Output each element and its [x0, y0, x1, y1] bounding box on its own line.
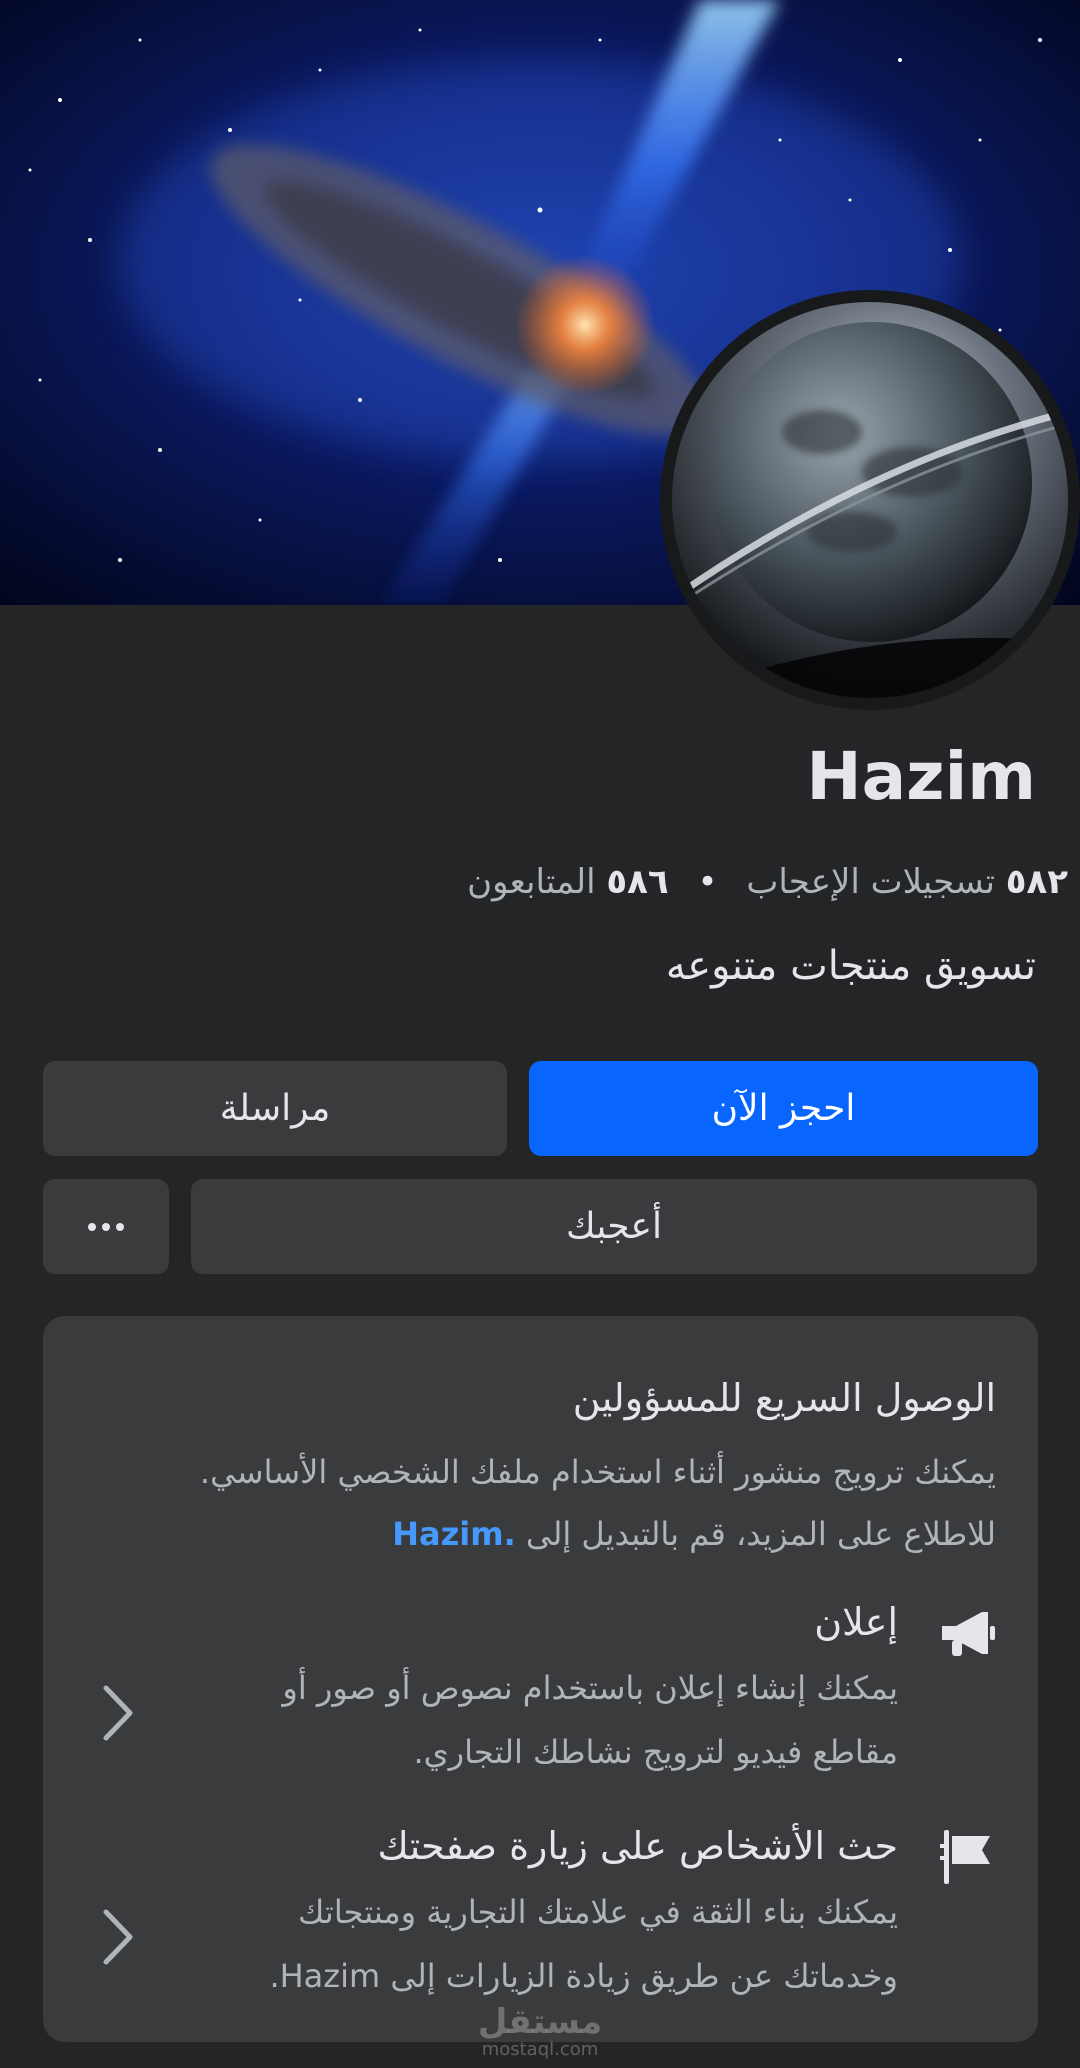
page-title: Hazim: [806, 738, 1036, 815]
page-stats: ٥٨٢ تسجيلات الإعجاب • ٥٨٦ المتابعون: [28, 862, 1068, 902]
likes-label: تسجيلات الإعجاب: [746, 862, 995, 902]
megaphone-icon: [942, 1612, 995, 1656]
likes-count: ٥٨٢: [1005, 862, 1068, 902]
option-description: يمكنك بناء الثقة في علامتك التجارية ومنت…: [198, 1880, 898, 2008]
chevron-right-icon: [103, 1685, 133, 1741]
book-now-button[interactable]: احجز الآن: [529, 1061, 1038, 1156]
page-category: تسويق منتجات متنوعه: [665, 943, 1036, 989]
admin-quick-access-card: الوصول السريع للمسؤولين يمكنك ترويج منشو…: [43, 1316, 1038, 2042]
switch-profile-link[interactable]: Hazim.: [392, 1515, 515, 1553]
option-description: يمكنك إنشاء إعلان باستخدام نصوص أو صور أ…: [198, 1656, 898, 1784]
option-title: إعلان: [814, 1600, 898, 1644]
create-ad-option[interactable]: إعلان يمكنك إنشاء إعلان باستخدام نصوص أو…: [43, 1600, 1038, 1780]
flag-icon: [940, 1830, 990, 1884]
followers-label: المتابعون: [467, 862, 596, 902]
card-title: الوصول السريع للمسؤولين: [572, 1376, 996, 1420]
option-title: حث الأشخاص على زيارة صفحتك: [377, 1824, 898, 1868]
option-desc-line: مقاطع فيديو لترويج نشاطك التجاري.: [413, 1733, 898, 1771]
watermark-logo: مستقل mostaql.com: [478, 2005, 602, 2061]
message-button[interactable]: مراسلة: [43, 1061, 507, 1156]
chevron-right-icon: [103, 1909, 133, 1965]
more-dots-icon: [88, 1222, 124, 1231]
card-body-line: يمكنك ترويج منشور أثناء استخدام ملفك الش…: [199, 1453, 996, 1491]
liked-button[interactable]: أعجبك: [191, 1179, 1037, 1274]
profile-avatar[interactable]: [660, 290, 1080, 710]
more-button[interactable]: [43, 1179, 169, 1274]
watermark-arabic: مستقل: [477, 2002, 603, 2042]
watermark-latin: mostaql.com: [481, 2039, 599, 2060]
card-body-line: للاطلاع على المزيد، قم بالتبديل إلى Hazi…: [136, 1503, 996, 1565]
stats-separator: •: [697, 862, 718, 902]
planet-avatar-image: [672, 302, 1068, 698]
option-desc-line: وخدماتك عن طريق زيادة الزيارات إلى Hazim…: [269, 1957, 898, 1995]
followers-count: ٥٨٦: [606, 862, 669, 902]
promote-visits-option[interactable]: حث الأشخاص على زيارة صفحتك يمكنك بناء ال…: [43, 1824, 1038, 2004]
page-profile: Hazim ٥٨٢ تسجيلات الإعجاب • ٥٨٦ المتابعو…: [0, 0, 1080, 2068]
card-description: يمكنك ترويج منشور أثناء استخدام ملفك الش…: [136, 1441, 996, 1565]
option-desc-line: يمكنك بناء الثقة في علامتك التجارية ومنت…: [297, 1893, 898, 1931]
card-body-prefix: للاطلاع على المزيد، قم بالتبديل إلى: [525, 1515, 996, 1553]
option-desc-line: يمكنك إنشاء إعلان باستخدام نصوص أو صور أ…: [282, 1669, 898, 1707]
